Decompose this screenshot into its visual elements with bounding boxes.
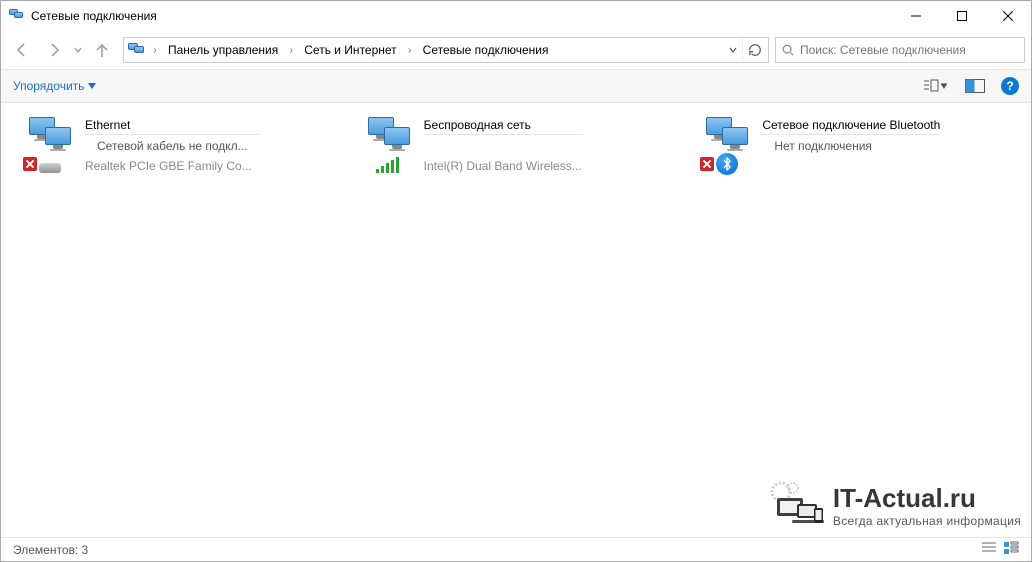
- connection-device: Intel(R) Dual Band Wireless...: [424, 158, 582, 175]
- search-icon: [782, 44, 794, 56]
- toolbar: Упорядочить ?: [1, 69, 1031, 103]
- address-bar[interactable]: › Панель управления › Сеть и Интернет › …: [123, 37, 769, 63]
- up-button[interactable]: [87, 36, 117, 64]
- cable-plug-icon: [39, 163, 61, 173]
- search-input[interactable]: [798, 42, 1018, 58]
- connection-ethernet[interactable]: Ethernet Сетевой кабель не подкл... Real…: [23, 117, 332, 175]
- window-controls: [893, 1, 1031, 31]
- watermark-title: IT-Actual.ru: [833, 483, 1021, 514]
- watermark-devices-icon: [767, 480, 827, 531]
- connection-name: Сетевое подключение Bluetooth: [762, 117, 940, 134]
- view-options-button[interactable]: [921, 74, 949, 98]
- maximize-button[interactable]: [939, 1, 985, 31]
- address-dropdown[interactable]: [724, 38, 742, 62]
- bluetooth-badge-icon: [716, 153, 738, 175]
- ethernet-icon: [23, 117, 79, 173]
- organize-label: Упорядочить: [13, 79, 84, 93]
- breadcrumb-network-internet[interactable]: Сеть и Интернет: [298, 38, 402, 62]
- signal-bars-icon: [376, 157, 399, 173]
- chevron-down-icon: [88, 82, 96, 90]
- connection-status: Сетевой кабель не подкл...: [85, 134, 260, 158]
- watermark-subtitle: Всегда актуальная информация: [833, 514, 1021, 528]
- connection-bluetooth[interactable]: Сетевое подключение Bluetooth Нет подклю…: [700, 117, 1009, 173]
- error-x-icon: [700, 157, 714, 171]
- items-count: 3: [82, 543, 89, 557]
- app-icon: [9, 8, 25, 24]
- connection-device: Realtek PCIe GBE Family Co...: [85, 158, 260, 175]
- chevron-right-icon[interactable]: ›: [403, 45, 417, 56]
- preview-pane-button[interactable]: [961, 74, 989, 98]
- connection-name: Ethernet: [85, 117, 260, 134]
- content-area: Ethernet Сетевой кабель не подкл... Real…: [1, 103, 1031, 537]
- network-connections-icon: [128, 41, 146, 59]
- details-view-button[interactable]: [981, 541, 997, 558]
- wireless-icon: [362, 117, 418, 173]
- forward-button[interactable]: [39, 36, 69, 64]
- chevron-right-icon[interactable]: ›: [284, 45, 298, 56]
- error-x-icon: [23, 157, 37, 171]
- status-bar: Элементов: 3: [1, 537, 1031, 561]
- connection-name: Беспроводная сеть: [424, 117, 582, 134]
- watermark: IT-Actual.ru Всегда актуальная информаци…: [767, 480, 1021, 531]
- history-dropdown[interactable]: [71, 46, 85, 54]
- titlebar: Сетевые подключения: [1, 1, 1031, 31]
- bluetooth-icon: [700, 117, 756, 173]
- window-title: Сетевые подключения: [31, 9, 157, 23]
- chevron-right-icon[interactable]: ›: [148, 45, 162, 56]
- organize-button[interactable]: Упорядочить: [13, 79, 96, 93]
- navbar: › Панель управления › Сеть и Интернет › …: [1, 31, 1031, 69]
- minimize-button[interactable]: [893, 1, 939, 31]
- items-label: Элементов:: [13, 543, 78, 557]
- connection-status: [424, 134, 582, 158]
- close-button[interactable]: [985, 1, 1031, 31]
- large-icons-view-button[interactable]: [1003, 541, 1019, 558]
- help-button[interactable]: ?: [1001, 77, 1019, 95]
- connection-wireless[interactable]: Беспроводная сеть Intel(R) Dual Band Wir…: [362, 117, 671, 175]
- refresh-button[interactable]: [742, 38, 766, 62]
- search-box[interactable]: [775, 37, 1025, 63]
- connection-status: Нет подключения: [762, 134, 940, 158]
- chevron-down-icon: [941, 83, 947, 89]
- breadcrumb-control-panel[interactable]: Панель управления: [162, 38, 284, 62]
- breadcrumb-network-connections[interactable]: Сетевые подключения: [417, 38, 555, 62]
- back-button[interactable]: [7, 36, 37, 64]
